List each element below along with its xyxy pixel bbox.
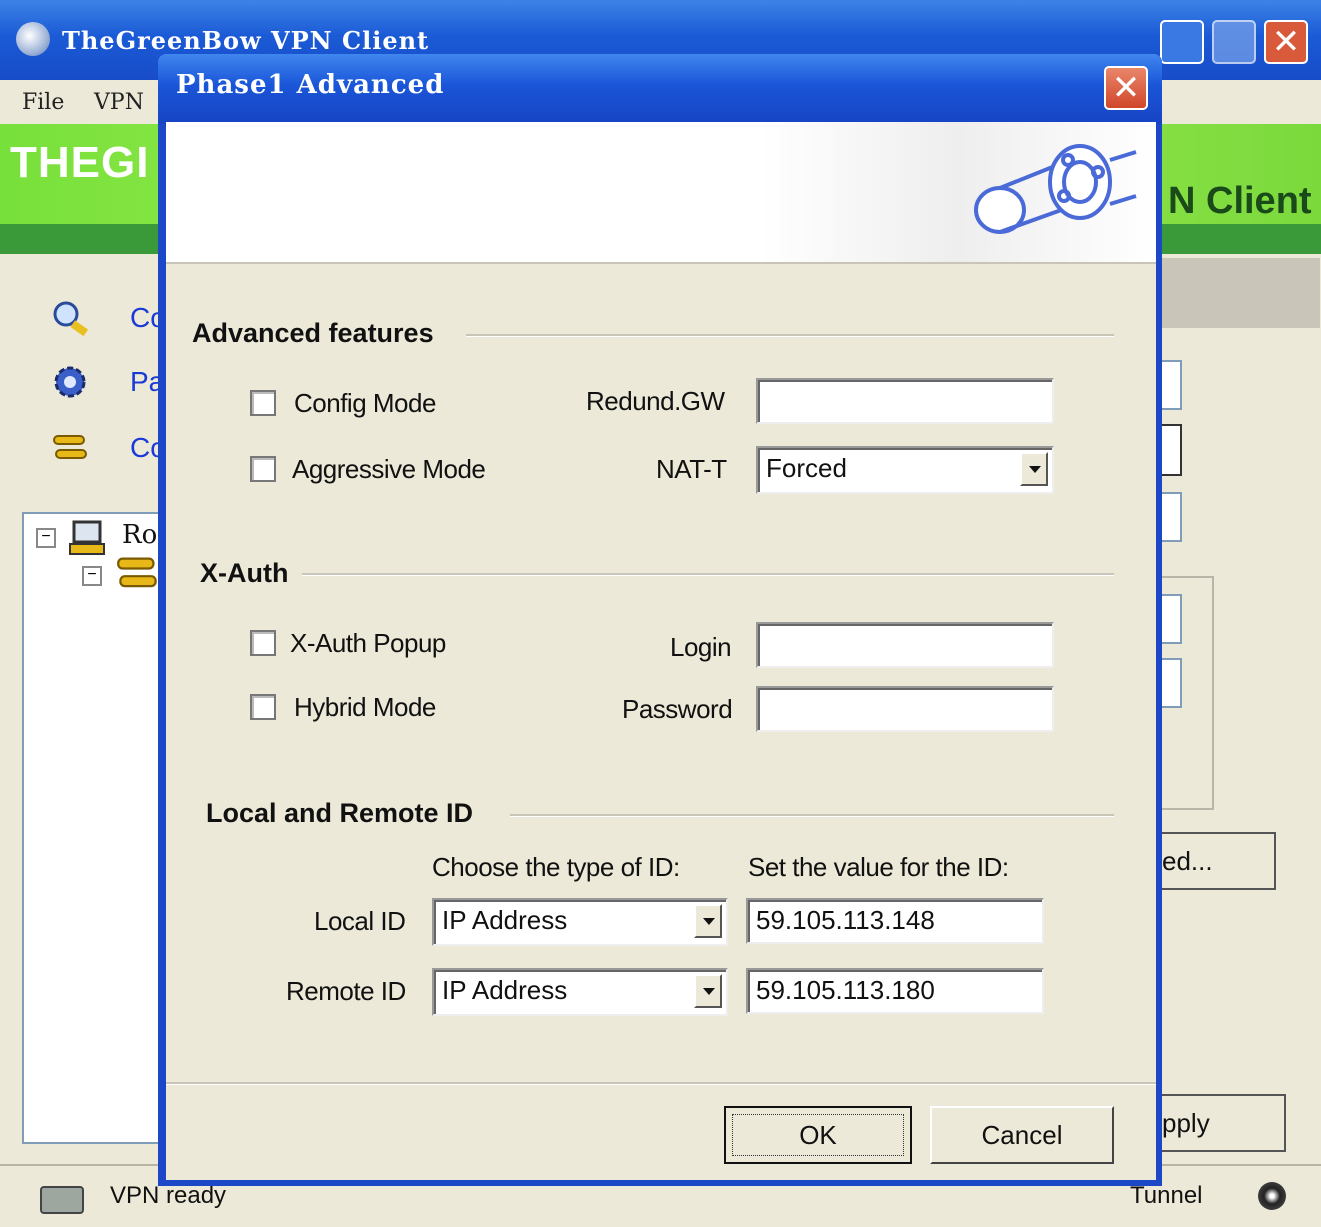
tunnel-status-icon: [1258, 1182, 1286, 1210]
main-field[interactable]: [1160, 594, 1182, 644]
redund-gw-label: Redund.GW: [586, 386, 725, 416]
local-id-label: Local ID: [314, 906, 406, 936]
focus-ring: [732, 1114, 904, 1156]
xauth-popup-label: X-Auth Popup: [290, 628, 446, 658]
menu-vpn[interactable]: VPN: [94, 90, 144, 115]
advanced-button[interactable]: ed...: [1160, 832, 1276, 890]
chevron-down-icon[interactable]: [694, 904, 722, 938]
brand-product-text: N Client: [1168, 180, 1312, 222]
nat-t-value: Forced: [766, 453, 847, 483]
nat-t-select[interactable]: Forced: [756, 446, 1054, 494]
cancel-button[interactable]: Cancel: [930, 1106, 1114, 1164]
sidebar-item-connections[interactable]: Co: [50, 428, 170, 474]
keys-icon: [117, 557, 157, 588]
computer-icon: [69, 520, 105, 555]
id-type-header: Choose the type of ID:: [432, 852, 680, 882]
dialog-title: Phase1 Advanced: [176, 70, 445, 100]
redund-gw-input[interactable]: [756, 378, 1054, 424]
keys-icon: [53, 435, 87, 459]
config-mode-checkbox[interactable]: [250, 390, 276, 416]
status-tunnel-text: Tunnel: [1130, 1182, 1203, 1209]
main-window-title: TheGreenBow VPN Client: [62, 26, 430, 55]
dialog-footer-divider: [166, 1082, 1156, 1085]
tree-root-label[interactable]: Ro: [122, 520, 157, 550]
remote-id-type-value: IP Address: [442, 975, 568, 1005]
brand-logo-text: THEGI: [10, 138, 150, 187]
sidebar-item-console[interactable]: Co: [50, 298, 170, 344]
ok-button[interactable]: OK: [724, 1106, 912, 1164]
login-input[interactable]: [756, 622, 1054, 668]
chevron-down-icon[interactable]: [1020, 452, 1048, 486]
main-close-button[interactable]: ✕: [1264, 20, 1308, 64]
cancel-button-label: Cancel: [981, 1120, 1063, 1150]
app-globe-icon: [16, 22, 50, 56]
main-field[interactable]: [1160, 360, 1182, 410]
login-label: Login: [670, 632, 732, 662]
main-field[interactable]: [1160, 492, 1182, 542]
local-id-type-value: IP Address: [442, 905, 568, 935]
main-panel-header: [1160, 258, 1320, 328]
hybrid-mode-checkbox[interactable]: [250, 694, 276, 720]
remote-id-type-select[interactable]: IP Address: [432, 968, 728, 1016]
password-label: Password: [622, 694, 733, 724]
group-divider: [510, 814, 1114, 817]
hybrid-mode-label: Hybrid Mode: [294, 692, 436, 722]
apply-button[interactable]: pply: [1160, 1094, 1286, 1152]
gear-icon: [54, 366, 86, 398]
local-id-type-select[interactable]: IP Address: [432, 898, 728, 946]
password-input[interactable]: [756, 686, 1054, 732]
id-value-header: Set the value for the ID:: [748, 852, 1009, 882]
xauth-popup-checkbox[interactable]: [250, 630, 276, 656]
status-text: VPN ready: [110, 1182, 227, 1209]
advanced-features-heading: Advanced features: [192, 318, 434, 348]
minimize-button[interactable]: [1160, 20, 1204, 64]
group-divider: [302, 573, 1114, 576]
remote-id-value-input[interactable]: 59.105.113.180: [746, 968, 1044, 1014]
aggressive-mode-label: Aggressive Mode: [292, 454, 486, 484]
magnifier-console-icon: [53, 301, 89, 337]
pipe-connector-icon: [974, 144, 1137, 234]
nat-t-label: NAT-T: [656, 454, 727, 484]
ids-heading: Local and Remote ID: [206, 798, 474, 828]
remote-id-label: Remote ID: [286, 976, 406, 1006]
tree-collapse-icon[interactable]: −: [82, 566, 102, 586]
config-mode-label: Config Mode: [294, 388, 436, 418]
main-field[interactable]: [1160, 658, 1182, 708]
sidebar-item-parameters[interactable]: Pa: [50, 362, 170, 408]
main-field[interactable]: [1160, 424, 1182, 476]
maximize-button[interactable]: [1212, 20, 1256, 64]
xauth-heading: X-Auth: [200, 558, 289, 588]
chevron-down-icon[interactable]: [694, 974, 722, 1008]
local-id-value-input[interactable]: 59.105.113.148: [746, 898, 1044, 944]
group-divider: [466, 334, 1114, 337]
menu-file[interactable]: File: [22, 90, 64, 115]
status-led-icon: [40, 1186, 84, 1214]
aggressive-mode-checkbox[interactable]: [250, 456, 276, 482]
dialog-close-button[interactable]: ✕: [1104, 66, 1148, 110]
tree-collapse-icon[interactable]: −: [36, 528, 56, 548]
config-tree[interactable]: − Ro −: [22, 512, 176, 1144]
